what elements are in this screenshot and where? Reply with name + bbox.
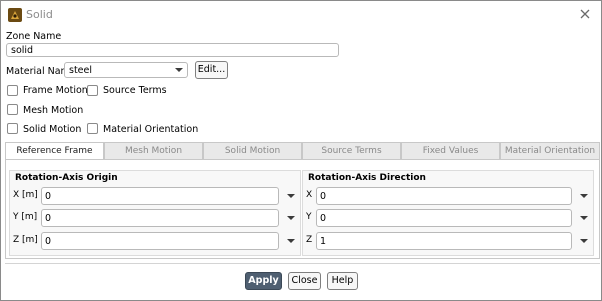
direction-x-field[interactable]: 0	[316, 187, 572, 205]
chevron-down-icon[interactable]	[580, 194, 588, 198]
material-name-dropdown[interactable]: steel	[64, 62, 188, 78]
solid-motion-label: Solid Motion	[23, 124, 82, 135]
direction-x-value: 0	[320, 191, 327, 202]
direction-z-row: Z 1	[306, 232, 594, 250]
help-button[interactable]: Help	[327, 272, 358, 290]
tab-reference-frame[interactable]: Reference Frame	[5, 142, 104, 160]
chevron-down-icon[interactable]	[287, 239, 295, 243]
direction-z-label: Z	[306, 235, 313, 245]
origin-y-label: Y [m]	[13, 212, 38, 222]
chevron-down-icon[interactable]	[287, 194, 295, 198]
close-icon[interactable]	[578, 7, 592, 21]
apply-button[interactable]: Apply	[245, 272, 282, 290]
origin-x-label: X [m]	[13, 190, 38, 200]
footer-divider	[5, 263, 600, 264]
tab-source-terms[interactable]: Source Terms	[302, 142, 401, 160]
mesh-motion-checkbox[interactable]	[7, 104, 18, 115]
source-terms-label: Source Terms	[103, 85, 167, 96]
frame-motion-checkbox[interactable]	[7, 85, 18, 96]
origin-y-value: 0	[45, 213, 52, 224]
close-button[interactable]: Close	[288, 272, 321, 290]
direction-y-row: Y 0	[306, 209, 594, 227]
origin-x-value: 0	[45, 191, 52, 202]
origin-z-field[interactable]: 0	[41, 232, 279, 250]
direction-x-row: X 0	[306, 187, 594, 205]
direction-z-field[interactable]: 1	[316, 232, 572, 250]
direction-y-field[interactable]: 0	[316, 209, 572, 227]
chevron-down-icon[interactable]	[580, 216, 588, 220]
origin-x-row: X [m] 0	[13, 187, 301, 205]
zone-name-field[interactable]	[6, 43, 339, 57]
edit-material-button[interactable]: Edit...	[195, 61, 228, 79]
solid-dialog: Solid Zone Name Material Name steel Edit…	[0, 0, 602, 301]
rotation-axis-origin-group: Rotation-Axis Origin X [m] 0 Y [m] 0 Z […	[9, 170, 301, 256]
mesh-motion-label: Mesh Motion	[23, 105, 84, 116]
source-terms-checkbox[interactable]	[87, 85, 98, 96]
material-orientation-label: Material Orientation	[103, 124, 199, 135]
direction-y-label: Y	[306, 212, 312, 222]
rotation-axis-origin-title: Rotation-Axis Origin	[15, 173, 118, 183]
solid-motion-checkbox[interactable]	[7, 123, 18, 134]
rotation-axis-direction-title: Rotation-Axis Direction	[308, 173, 426, 183]
tab-material-orientation[interactable]: Material Orientation	[500, 142, 600, 160]
origin-z-value: 0	[45, 236, 52, 247]
origin-z-row: Z [m] 0	[13, 232, 301, 250]
window-title: Solid	[26, 8, 53, 21]
origin-y-field[interactable]: 0	[41, 209, 279, 227]
chevron-down-icon[interactable]	[287, 216, 295, 220]
tab-solid-motion[interactable]: Solid Motion	[203, 142, 302, 160]
zone-name-input[interactable]	[7, 44, 338, 56]
direction-y-value: 0	[320, 213, 327, 224]
tab-bar: Reference Frame Mesh Motion Solid Motion…	[5, 142, 600, 160]
direction-x-label: X	[306, 190, 313, 200]
direction-z-value: 1	[320, 236, 327, 247]
material-orientation-checkbox[interactable]	[87, 123, 98, 134]
rotation-axis-direction-group: Rotation-Axis Direction X 0 Y 0 Z 1	[302, 170, 594, 256]
zone-name-label: Zone Name	[6, 31, 62, 42]
origin-z-label: Z [m]	[13, 235, 38, 245]
title-bar: Solid	[1, 1, 601, 29]
tab-fixed-values[interactable]: Fixed Values	[401, 142, 500, 160]
chevron-down-icon[interactable]	[580, 239, 588, 243]
reference-frame-panel: Rotation-Axis Origin X [m] 0 Y [m] 0 Z […	[5, 159, 600, 259]
fluent-icon	[8, 8, 22, 22]
frame-motion-label: Frame Motion	[23, 85, 88, 96]
origin-y-row: Y [m] 0	[13, 209, 301, 227]
origin-x-field[interactable]: 0	[41, 187, 279, 205]
tab-mesh-motion[interactable]: Mesh Motion	[104, 142, 203, 160]
chevron-down-icon	[175, 68, 183, 72]
material-name-value: steel	[69, 65, 93, 76]
